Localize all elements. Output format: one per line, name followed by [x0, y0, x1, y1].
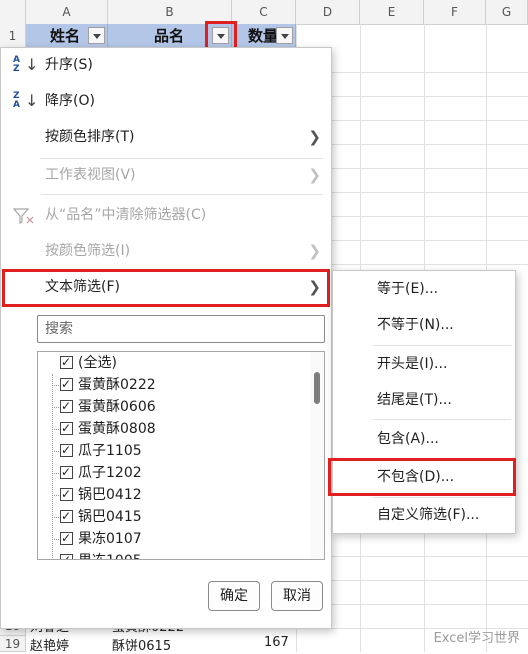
checkbox[interactable]: [60, 353, 73, 371]
list-item-label: (全选): [78, 355, 117, 371]
tree-connector: [52, 451, 59, 453]
list-item-label: 蛋黄酥0606: [78, 399, 156, 415]
menu-filter-by-color-label: 按颜色筛选(I): [45, 243, 131, 259]
list-item-label: 蛋黄酥0222: [78, 377, 156, 393]
menu-sheet-view[interactable]: 工作表视图(V) ❯: [1, 160, 331, 190]
submenu-begins-with[interactable]: 开头是(I)...: [333, 349, 515, 379]
watermark-text: Excel学习世界: [433, 631, 520, 646]
header-product-label: 品名: [154, 27, 185, 45]
submenu-equals[interactable]: 等于(E)...: [333, 274, 515, 304]
list-item-label: 锅巴0412: [78, 487, 142, 503]
list-item-label: 锅巴0415: [78, 509, 142, 525]
tree-connector: [52, 539, 59, 541]
list-scrollbar[interactable]: [310, 352, 324, 559]
menu-filter-by-color[interactable]: 按颜色筛选(I) ❯: [1, 236, 331, 266]
checkbox[interactable]: [60, 485, 73, 503]
menu-sort-ascending[interactable]: A Z ↓ 升序(S): [1, 50, 331, 80]
checkbox[interactable]: [60, 529, 73, 547]
scrollbar-thumb[interactable]: [314, 372, 320, 404]
column-header-a[interactable]: A: [26, 0, 108, 24]
filter-value-list[interactable]: (全选) 蛋黄酥0222 蛋黄酥0606 蛋黄酥0808 瓜子1105 瓜子12…: [37, 351, 325, 560]
checkbox[interactable]: [60, 507, 73, 525]
tree-connector: [52, 429, 59, 431]
header-name-label: 姓名: [50, 27, 81, 45]
filter-dropdown-icon[interactable]: [88, 27, 105, 44]
chevron-right-icon: ❯: [308, 242, 321, 260]
checkbox[interactable]: [60, 419, 73, 437]
column-header-e[interactable]: E: [360, 0, 424, 24]
row-header-1[interactable]: 1: [0, 24, 26, 48]
menu-separator: [373, 497, 511, 498]
tree-connector: [52, 385, 59, 387]
list-item-label: 瓜子1202: [78, 465, 142, 481]
column-header-d[interactable]: D: [296, 0, 360, 24]
tree-connector: [52, 374, 54, 559]
submenu-custom-filter[interactable]: 自定义筛选(F)...: [333, 500, 515, 530]
submenu-ends-with[interactable]: 结尾是(T)...: [333, 385, 515, 415]
header-qty-label: 数量: [248, 27, 279, 45]
submenu-contains[interactable]: 包含(A)...: [333, 424, 515, 454]
header-cell-name[interactable]: 姓名: [26, 24, 108, 48]
list-item-label: 果冻1005: [78, 550, 142, 559]
sort-za-icon: Z A ↓: [13, 91, 39, 110]
checkbox[interactable]: [60, 441, 73, 459]
chevron-right-icon: ❯: [308, 128, 321, 146]
menu-separator: [41, 158, 323, 159]
ok-button[interactable]: 确定: [208, 581, 260, 611]
cell-c19[interactable]: 167: [264, 635, 289, 650]
checkbox[interactable]: [60, 551, 73, 559]
submenu-item-label: 等于(E)...: [377, 281, 439, 297]
menu-separator: [373, 345, 511, 346]
select-all-corner[interactable]: [0, 0, 26, 24]
submenu-item-label: 不等于(N)...: [377, 317, 454, 333]
checkbox[interactable]: [60, 375, 73, 393]
tree-connector: [52, 517, 59, 519]
clear-filter-icon: [13, 208, 34, 224]
menu-sort-descending-label: 降序(O): [45, 93, 95, 109]
tree-connector: [52, 495, 59, 497]
menu-sheet-view-label: 工作表视图(V): [45, 167, 136, 183]
search-input[interactable]: 搜索: [37, 315, 325, 343]
checkbox[interactable]: [60, 463, 73, 481]
column-header-f[interactable]: F: [424, 0, 486, 24]
chevron-right-icon: ❯: [308, 166, 321, 184]
menu-sort-descending[interactable]: Z A ↓ 降序(O): [1, 86, 331, 116]
cell-a19[interactable]: 赵艳婷: [30, 635, 69, 654]
header-cell-qty[interactable]: 数量: [232, 24, 296, 48]
submenu-not-equals[interactable]: 不等于(N)...: [333, 310, 515, 340]
menu-sort-ascending-label: 升序(S): [45, 57, 93, 73]
highlight-frame: [328, 458, 516, 496]
column-header-g[interactable]: G: [486, 0, 528, 24]
column-header-c[interactable]: C: [232, 0, 296, 24]
list-item-label: 瓜子1105: [78, 443, 142, 459]
tree-connector: [52, 407, 59, 409]
submenu-item-label: 自定义筛选(F)...: [377, 507, 480, 523]
row-header-19[interactable]: 19: [0, 636, 26, 652]
cancel-button[interactable]: 取消: [271, 581, 323, 611]
sort-az-icon: A Z ↓: [13, 55, 39, 74]
filter-dropdown-icon[interactable]: [276, 27, 293, 44]
cell-b19[interactable]: 酥饼0615: [112, 635, 171, 654]
menu-sort-by-color[interactable]: 按颜色排序(T) ❯: [1, 122, 331, 152]
submenu-item-label: 结尾是(T)...: [377, 392, 452, 408]
menu-separator: [373, 419, 511, 420]
list-item-label: 蛋黄酥0808: [78, 421, 156, 437]
tree-connector: [52, 473, 59, 475]
checkbox[interactable]: [60, 397, 73, 415]
menu-clear-filter-label: 从“品名”中清除筛选器(C): [45, 207, 207, 223]
submenu-item-label: 包含(A)...: [377, 431, 439, 447]
menu-separator: [41, 194, 323, 195]
list-item-label: 果冻0107: [78, 531, 142, 547]
submenu-item-label: 开头是(I)...: [377, 356, 448, 372]
menu-clear-filter[interactable]: 从“品名”中清除筛选器(C): [1, 200, 331, 230]
filter-dropdown-menu: A Z ↓ 升序(S) Z A ↓ 降序(O) 按颜色排序(T) ❯ 工作表视图(V) …: [0, 47, 332, 629]
menu-sort-by-color-label: 按颜色排序(T): [45, 129, 135, 145]
highlight-frame: [2, 269, 330, 307]
